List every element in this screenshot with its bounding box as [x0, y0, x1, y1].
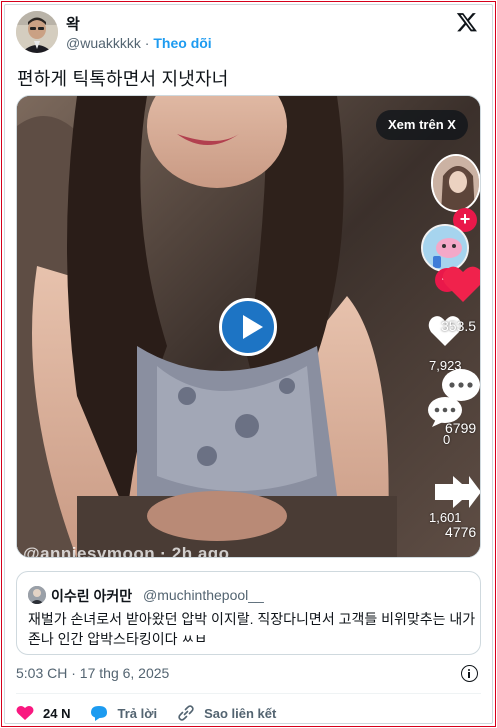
link-icon: [178, 705, 194, 721]
video-media[interactable]: Xem trên X + + 35: [16, 95, 481, 558]
tiktok-creator-avatar: [431, 154, 480, 212]
post-text: 편하게 틱톡하면서 지냇자너: [17, 69, 229, 89]
author-handle-row: @wuakkkkk · Theo dõi: [66, 35, 212, 51]
share-arrow-icon: [435, 476, 480, 508]
watch-on-x-button[interactable]: Xem trên X: [376, 110, 468, 140]
quoted-author-handle: @muchinthepool__: [143, 587, 264, 603]
author-name[interactable]: 왁: [66, 13, 80, 34]
author-handle[interactable]: @wuakkkkk: [66, 35, 141, 51]
copy-link-button[interactable]: Sao liên kết: [177, 704, 276, 722]
reply-label: Trả lời: [117, 705, 158, 721]
quoted-author-avatar: [28, 586, 46, 604]
embedded-post-card[interactable]: 왁 @wuakkkkk · Theo dõi 편하게 틱톡하면서 지냇자너 Xe…: [4, 4, 493, 724]
tiktok-likes-count: 353.5: [441, 318, 477, 334]
tiktok-shares-count: 1,601: [429, 510, 462, 525]
info-icon[interactable]: [461, 665, 478, 682]
x-logo-icon[interactable]: [456, 11, 478, 33]
handle-separator: ·: [144, 35, 150, 51]
reply-button[interactable]: Trả lời: [90, 705, 157, 722]
copy-link-label: Sao liên kết: [204, 705, 277, 721]
tiktok-creator-handle: @anniesymoon · 2h ago: [23, 544, 230, 558]
follow-button[interactable]: Theo dõi: [153, 35, 211, 51]
like-button[interactable]: 24 N: [16, 705, 70, 721]
quoted-post[interactable]: 이수린 아커만 @muchinthepool__ 재벌가 손녀로서 받아왔던 압…: [16, 571, 481, 655]
play-button[interactable]: [219, 298, 277, 356]
divider: [16, 693, 481, 694]
likes-count: 24 N: [43, 705, 71, 721]
quoted-author-name: 이수린 아커만: [51, 588, 133, 604]
heart-icon: [442, 266, 480, 302]
tiktok-shares-total: 4776: [445, 524, 477, 540]
comment-icon: [91, 705, 108, 721]
author-avatar[interactable]: [16, 11, 58, 53]
tiktok-zero-count: 0: [443, 432, 451, 447]
quoted-post-text: 재벌가 손녀로서 받아왔던 압박 이지랄. 직장다니면서 고객들 비위맞추는 내…: [28, 611, 476, 647]
post-timestamp[interactable]: 5:03 CH · 17 thg 6, 2025: [16, 665, 169, 681]
action-bar: 24 N Trả lời Sao liên kết: [16, 701, 296, 725]
heart-icon: [16, 705, 34, 720]
